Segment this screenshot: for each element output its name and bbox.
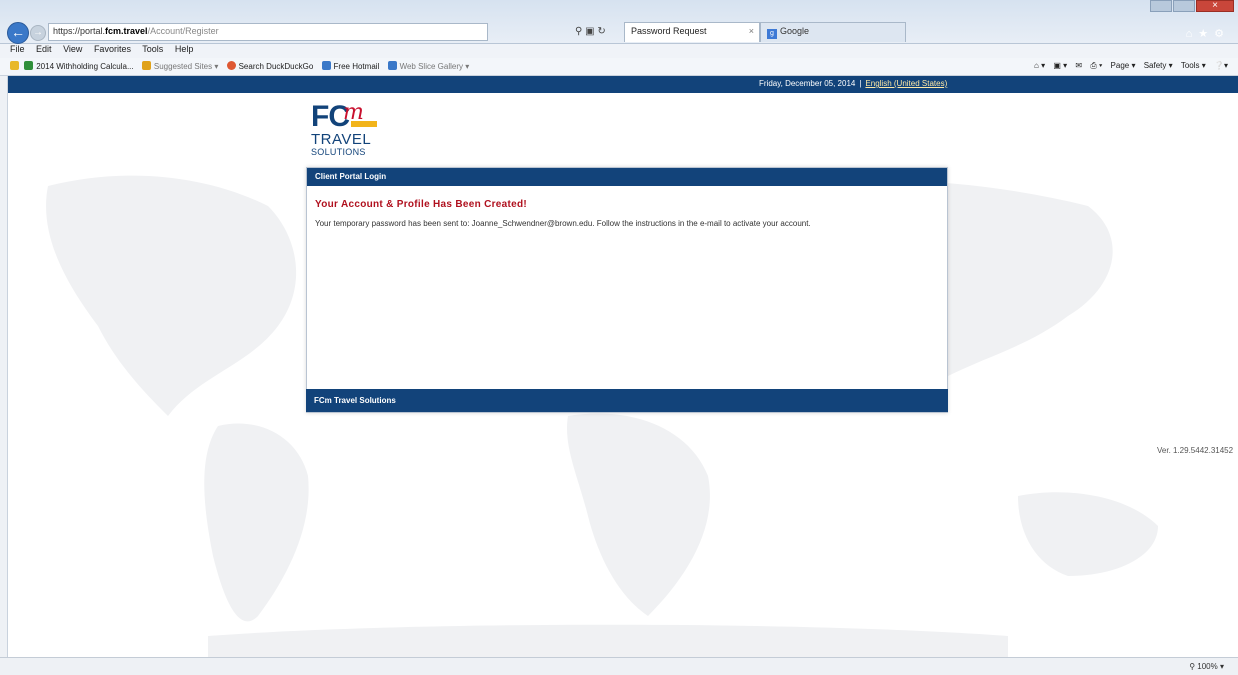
current-date: Friday, December 05, 2014 xyxy=(759,79,856,88)
zoom-level: 100% xyxy=(1197,662,1218,671)
home-icon[interactable]: ⌂ xyxy=(1186,28,1199,40)
status-bar: ⚲ 100% ▾ xyxy=(0,657,1238,675)
suggested-sites-icon xyxy=(141,61,151,70)
favorite-hotmail[interactable]: Free Hotmail xyxy=(321,61,379,71)
address-tools: ⚲ ▣ ↻ xyxy=(575,26,606,37)
panel-footer: FCm Travel Solutions xyxy=(306,389,948,412)
logo-yellow-bar xyxy=(351,121,377,127)
refresh-icon[interactable]: ↻ xyxy=(597,26,605,37)
portal-topbar: Friday, December 05, 2014 | English (Unite… xyxy=(8,76,1238,93)
tools-menu[interactable]: Tools ▾ xyxy=(1181,61,1206,70)
topbar-info: Friday, December 05, 2014 | English (Unite… xyxy=(759,79,947,88)
tab-google[interactable]: g Google xyxy=(760,22,906,42)
lock-icon[interactable]: ▣ xyxy=(585,26,594,37)
language-link[interactable]: English (United States) xyxy=(865,79,947,88)
mail-icon[interactable]: ✉ xyxy=(1075,61,1084,70)
search-icon[interactable]: ⚲ xyxy=(575,26,582,37)
back-button[interactable]: ← xyxy=(7,22,29,44)
duckduckgo-icon xyxy=(226,61,236,70)
menu-edit[interactable]: Edit xyxy=(36,44,52,54)
calculator-icon xyxy=(24,61,34,70)
google-icon: g xyxy=(767,29,777,39)
command-bar: ⌂ ▾ ▣ ▾ ✉ ⎙ ▾ Page ▾ Safety ▾ Tools ▾ ❔▾ xyxy=(1028,61,1228,71)
browser-toolbar: ← → https://portal.fcm.travel/Account/Re… xyxy=(0,0,1238,44)
page-viewport: Friday, December 05, 2014 | English (Unite… xyxy=(8,76,1238,657)
panel-header: Client Portal Login xyxy=(307,168,947,186)
ie-page-icon xyxy=(321,61,331,70)
tab-password-request[interactable]: Password Request × xyxy=(624,22,760,42)
home-icon[interactable]: ⌂ ▾ xyxy=(1034,61,1045,70)
topbar-separator: | xyxy=(859,79,862,88)
zoom-control[interactable]: ⚲ 100% ▾ xyxy=(1189,662,1224,671)
settings-gear-icon[interactable]: ⚙ xyxy=(1214,28,1230,40)
menu-help[interactable]: Help xyxy=(175,44,194,54)
zoom-icon: ⚲ xyxy=(1189,662,1196,671)
logo-solutions-text: SOLUTIONS xyxy=(311,147,366,157)
version-label: Ver. 1.29.5442.31452 xyxy=(1157,446,1234,455)
help-icon[interactable]: ❔▾ xyxy=(1214,61,1228,70)
client-portal-panel: Client Portal Login Your Account & Profi… xyxy=(306,167,948,413)
print-icon[interactable]: ⎙ ▾ xyxy=(1090,61,1102,70)
menu-favorites[interactable]: Favorites xyxy=(94,44,131,54)
page-menu[interactable]: Page ▾ xyxy=(1111,61,1136,70)
tab-label: Google xyxy=(780,26,810,36)
menu-file[interactable]: File xyxy=(10,44,25,54)
maximize-button[interactable] xyxy=(1173,0,1195,12)
address-bar[interactable]: https://portal.fcm.travel/Account/Regist… xyxy=(48,23,488,41)
feeds-icon[interactable]: ▣ ▾ xyxy=(1053,61,1067,70)
menu-tools[interactable]: Tools xyxy=(142,44,163,54)
address-path: /Account/Register xyxy=(147,26,219,36)
favorite-withholding[interactable]: 2014 Withholding Calcula... xyxy=(24,61,134,71)
close-tab-icon[interactable]: × xyxy=(749,26,754,36)
confirmation-message: Your temporary password has been sent to… xyxy=(315,219,811,228)
favorite-web-slice-gallery[interactable]: Web Slice Gallery ▾ xyxy=(387,61,469,71)
success-heading: Your Account & Profile Has Been Created! xyxy=(315,199,528,210)
logo-travel-text: TRAVEL xyxy=(311,131,372,148)
fcm-logo: FC m TRAVEL SOLUTIONS xyxy=(311,100,401,159)
browser-right-icons: ⌂★⚙ xyxy=(1186,27,1230,40)
favorite-duckduckgo[interactable]: Search DuckDuckGo xyxy=(226,61,313,71)
favorite-suggested-sites[interactable]: Suggested Sites ▾ xyxy=(141,61,218,71)
tab-label: Password Request xyxy=(631,26,707,36)
menu-view[interactable]: View xyxy=(63,44,82,54)
minimize-button[interactable] xyxy=(1150,0,1172,12)
left-edge xyxy=(0,76,8,657)
window-controls: × xyxy=(1149,0,1234,18)
favorites-star-icon[interactable]: ★ xyxy=(1198,28,1214,40)
address-scheme: https://portal. xyxy=(53,26,106,36)
close-window-button[interactable]: × xyxy=(1196,0,1234,12)
address-host: fcm.travel xyxy=(105,26,148,36)
favorites-star-icon[interactable] xyxy=(10,61,19,70)
menu-bar: File Edit View Favorites Tools Help xyxy=(0,44,1238,58)
forward-button[interactable]: → xyxy=(30,25,46,41)
safety-menu[interactable]: Safety ▾ xyxy=(1144,61,1173,70)
ie-page-icon xyxy=(387,61,397,70)
